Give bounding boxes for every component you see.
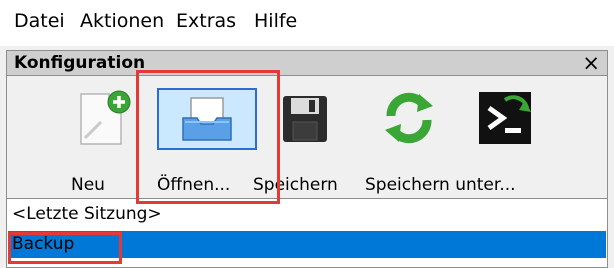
refresh-save-as-icon[interactable] (379, 88, 439, 148)
toolbar: Neu Öffnen... Speichern Speichern unter.… (6, 76, 608, 202)
console-terminal-icon[interactable] (475, 88, 535, 148)
close-icon[interactable]: × (582, 50, 600, 76)
menu-datei[interactable]: Datei (14, 9, 65, 33)
panel-title: Konfiguration (14, 53, 146, 73)
save-as-button-label: Speichern unter... (365, 175, 516, 195)
menu-bar: Datei Aktionen Extras Hilfe (0, 0, 614, 46)
session-list: <Letzte Sitzung> Backup (6, 198, 608, 268)
menu-extras[interactable]: Extras (176, 9, 236, 33)
floppy-disk-icon[interactable] (275, 88, 335, 148)
panel-header: Konfiguration × (6, 50, 608, 76)
list-item[interactable]: <Letzte Sitzung> (8, 201, 606, 228)
open-tray-icon[interactable] (177, 88, 237, 148)
open-button-label: Öffnen... (157, 175, 231, 195)
menu-hilfe[interactable]: Hilfe (254, 9, 297, 33)
new-button-label: Neu (71, 175, 105, 195)
new-document-icon[interactable] (71, 88, 131, 148)
list-item-selected[interactable]: Backup (8, 231, 606, 258)
save-button-label: Speichern (253, 175, 338, 195)
menu-aktionen[interactable]: Aktionen (80, 9, 164, 33)
